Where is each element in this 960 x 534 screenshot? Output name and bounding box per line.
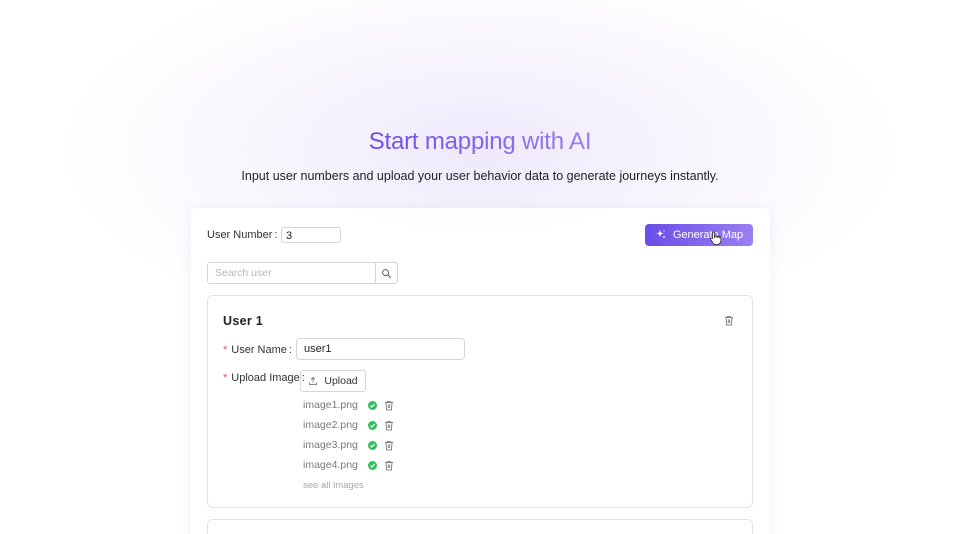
mapping-panel: User Number: 3 Generate Map User 1 *User… (191, 208, 770, 534)
trash-icon (385, 401, 393, 411)
delete-file-button[interactable] (384, 440, 394, 451)
search-icon (382, 268, 392, 278)
user-card (207, 519, 753, 534)
file-name[interactable]: image3.png (303, 439, 358, 451)
check-circle-icon (368, 461, 377, 470)
user-card-title: User 1 (223, 314, 264, 328)
user-name-input[interactable]: user1 (296, 338, 465, 360)
check-circle-icon (368, 401, 377, 410)
upload-icon (309, 376, 318, 385)
search-user (207, 262, 398, 284)
user-number-input[interactable]: 3 (281, 227, 341, 243)
delete-user-button[interactable] (724, 315, 734, 326)
file-item: image4.png (303, 459, 403, 473)
user-number-label: User Number: (207, 229, 278, 241)
file-name[interactable]: image4.png (303, 459, 358, 471)
upload-button-label: Upload (324, 375, 358, 387)
file-name[interactable]: image1.png (303, 399, 358, 411)
check-circle-icon (368, 441, 377, 450)
search-input[interactable] (208, 263, 375, 283)
user-name-label: * User Name: (223, 344, 292, 356)
user-card: User 1 * User Name: user1 * Upload Image: … (207, 295, 753, 508)
see-all-images-link[interactable]: see all images (303, 480, 364, 491)
file-name[interactable]: image2.png (303, 419, 358, 431)
search-button[interactable] (375, 263, 397, 283)
file-item: image1.png (303, 399, 403, 413)
page-title: Start mapping with AI (368, 128, 592, 155)
check-circle-icon (368, 421, 377, 430)
sparkle-icon (656, 230, 666, 239)
trash-icon (385, 441, 393, 451)
delete-file-button[interactable] (384, 400, 394, 411)
page-subtitle: Input user numbers and upload your user … (241, 169, 719, 183)
trash-icon (385, 461, 393, 471)
trash-icon (725, 316, 733, 326)
file-item: image3.png (303, 439, 403, 453)
delete-file-button[interactable] (384, 460, 394, 471)
pointer-cursor-icon (710, 231, 721, 245)
delete-file-button[interactable] (384, 420, 394, 431)
upload-image-label: * Upload Image: (223, 372, 305, 384)
file-item: image2.png (303, 419, 403, 433)
generate-map-button[interactable]: Generate Map (645, 224, 753, 246)
trash-icon (385, 421, 393, 431)
generate-map-label: Generate Map (672, 229, 744, 241)
upload-button[interactable]: Upload (300, 370, 366, 392)
